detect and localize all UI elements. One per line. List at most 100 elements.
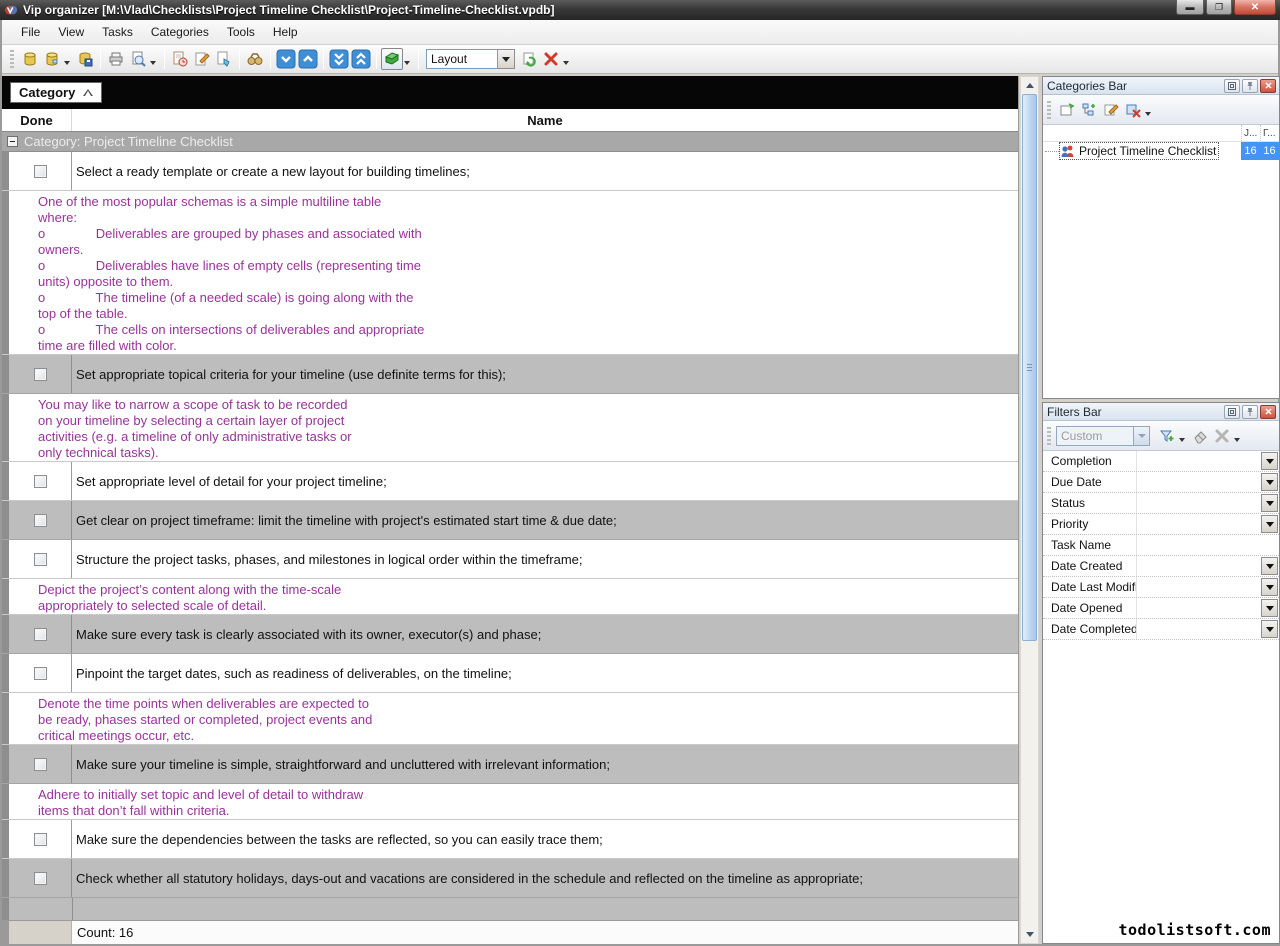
task-row[interactable]: Make sure your timeline is simple, strai… (2, 745, 1018, 784)
categories-toolbar-dropdown[interactable] (1145, 112, 1151, 116)
category-row[interactable]: Project Timeline Checklist 16 16 (1043, 142, 1279, 160)
task-checkbox[interactable] (34, 628, 47, 641)
filter-value-field[interactable] (1137, 535, 1279, 555)
filter-value-field[interactable] (1137, 514, 1260, 534)
task-checkbox[interactable] (34, 872, 47, 885)
filter-preset-value[interactable]: Custom (1056, 426, 1134, 446)
filter-dropdown-button[interactable] (1261, 494, 1278, 512)
filter-preset-combobox[interactable]: Custom (1056, 426, 1150, 446)
clear-filter-button[interactable] (1189, 425, 1211, 447)
save-database-button[interactable] (74, 48, 96, 70)
menu-categories[interactable]: Categories (142, 22, 218, 42)
filter-dropdown-button[interactable] (1261, 557, 1278, 575)
filter-dropdown-button[interactable] (1261, 452, 1278, 470)
filter-value-field[interactable] (1137, 556, 1260, 576)
categories-count-header-2[interactable]: Г... (1260, 125, 1279, 141)
task-row[interactable]: Make sure the dependencies between the t… (2, 820, 1018, 859)
menu-file[interactable]: File (12, 22, 49, 42)
toolbar-more-dropdown[interactable] (563, 61, 569, 65)
layout-combobox[interactable]: Layout (426, 49, 515, 69)
close-button[interactable]: ✕ (1234, 0, 1276, 15)
task-checkbox[interactable] (34, 368, 47, 381)
filter-value-field[interactable] (1137, 598, 1260, 618)
print-preview-dropdown[interactable] (150, 61, 156, 65)
delete-category-button[interactable] (1122, 99, 1144, 121)
panel-restore-button[interactable] (1224, 79, 1240, 93)
task-checkbox[interactable] (34, 667, 47, 680)
task-row[interactable]: Pinpoint the target dates, such as readi… (2, 654, 1018, 693)
task-row[interactable]: Check whether all statutory holidays, da… (2, 859, 1018, 898)
print-button[interactable] (105, 48, 127, 70)
panel-restore-button[interactable] (1224, 405, 1240, 419)
category-item[interactable]: Project Timeline Checklist (1059, 142, 1219, 160)
filter-dropdown-button[interactable] (1261, 620, 1278, 638)
task-checkbox[interactable] (34, 514, 47, 527)
move-down-button[interactable] (275, 48, 297, 70)
filter-value-field[interactable] (1137, 472, 1260, 492)
note-row[interactable]: Adhere to initially set topic and level … (2, 784, 1018, 820)
filter-dropdown-button[interactable] (1261, 599, 1278, 617)
note-row[interactable]: You may like to narrow a scope of task t… (2, 394, 1018, 462)
task-row[interactable]: Make sure every task is clearly associat… (2, 615, 1018, 654)
new-subcategory-button[interactable] (1078, 99, 1100, 121)
collapse-icon[interactable] (7, 136, 18, 147)
new-category-button[interactable] (1056, 99, 1078, 121)
task-row[interactable]: Set appropriate topical criteria for you… (2, 355, 1018, 394)
edit-category-button[interactable] (1100, 99, 1122, 121)
open-database-button[interactable] (41, 48, 63, 70)
scrollbar-thumb[interactable] (1022, 94, 1037, 641)
layouts-button[interactable] (381, 48, 403, 70)
panel-close-button[interactable] (1260, 405, 1276, 419)
move-to-top-button[interactable] (350, 48, 372, 70)
move-up-button[interactable] (297, 48, 319, 70)
layout-combobox-dropdown[interactable] (498, 49, 515, 69)
save-filter-dropdown[interactable] (1179, 438, 1185, 442)
scrollbar-track[interactable] (1021, 641, 1038, 926)
filter-value-field[interactable] (1137, 451, 1260, 471)
edit-task-button[interactable] (191, 48, 213, 70)
task-checkbox[interactable] (34, 475, 47, 488)
menu-view[interactable]: View (49, 22, 93, 42)
print-preview-button[interactable] (127, 48, 149, 70)
note-row[interactable]: One of the most popular schemas is a sim… (2, 191, 1018, 355)
filter-value-field[interactable] (1137, 577, 1260, 597)
filter-dropdown-button[interactable] (1261, 515, 1278, 533)
find-button[interactable] (244, 48, 266, 70)
task-checkbox[interactable] (34, 833, 47, 846)
minimize-button[interactable]: ▬ (1176, 0, 1204, 15)
group-by-category-button[interactable]: Category (10, 82, 102, 103)
filter-value-field[interactable] (1137, 493, 1260, 513)
task-row[interactable]: Set appropriate level of detail for your… (2, 462, 1018, 501)
delete-task-button[interactable] (213, 48, 235, 70)
filter-preset-dropdown[interactable] (1134, 426, 1150, 446)
scroll-down-button[interactable] (1021, 926, 1038, 943)
filter-dropdown-button[interactable] (1261, 578, 1278, 596)
task-row[interactable]: Get clear on project timeframe: limit th… (2, 501, 1018, 540)
task-checkbox[interactable] (34, 758, 47, 771)
save-filter-button[interactable] (1156, 425, 1178, 447)
delete-filter-button[interactable] (1211, 425, 1233, 447)
open-database-dropdown[interactable] (64, 61, 70, 65)
menu-tools[interactable]: Tools (218, 22, 264, 42)
panel-pin-button[interactable] (1242, 79, 1258, 93)
menu-help[interactable]: Help (264, 22, 307, 42)
panel-pin-button[interactable] (1242, 405, 1258, 419)
task-checkbox[interactable] (34, 553, 47, 566)
vertical-scrollbar[interactable] (1020, 76, 1039, 944)
column-header-name[interactable]: Name (72, 109, 1018, 131)
new-database-button[interactable] (19, 48, 41, 70)
restore-button[interactable]: ❐ (1206, 0, 1232, 15)
task-row[interactable]: Select a ready template or create a new … (2, 152, 1018, 191)
scroll-up-button[interactable] (1021, 77, 1038, 94)
filter-dropdown-button[interactable] (1261, 473, 1278, 491)
column-header-done[interactable]: Done (2, 109, 72, 131)
delete-layout-button[interactable] (540, 48, 562, 70)
category-group-row[interactable]: Category: Project Timeline Checklist (2, 132, 1018, 152)
layouts-dropdown[interactable] (404, 61, 410, 65)
panel-close-button[interactable] (1260, 79, 1276, 93)
note-row[interactable]: Depict the project’s content along with … (2, 579, 1018, 615)
filter-value-field[interactable] (1137, 619, 1260, 639)
task-checkbox[interactable] (34, 165, 47, 178)
note-row[interactable]: Denote the time points when deliverables… (2, 693, 1018, 745)
menu-tasks[interactable]: Tasks (93, 22, 142, 42)
